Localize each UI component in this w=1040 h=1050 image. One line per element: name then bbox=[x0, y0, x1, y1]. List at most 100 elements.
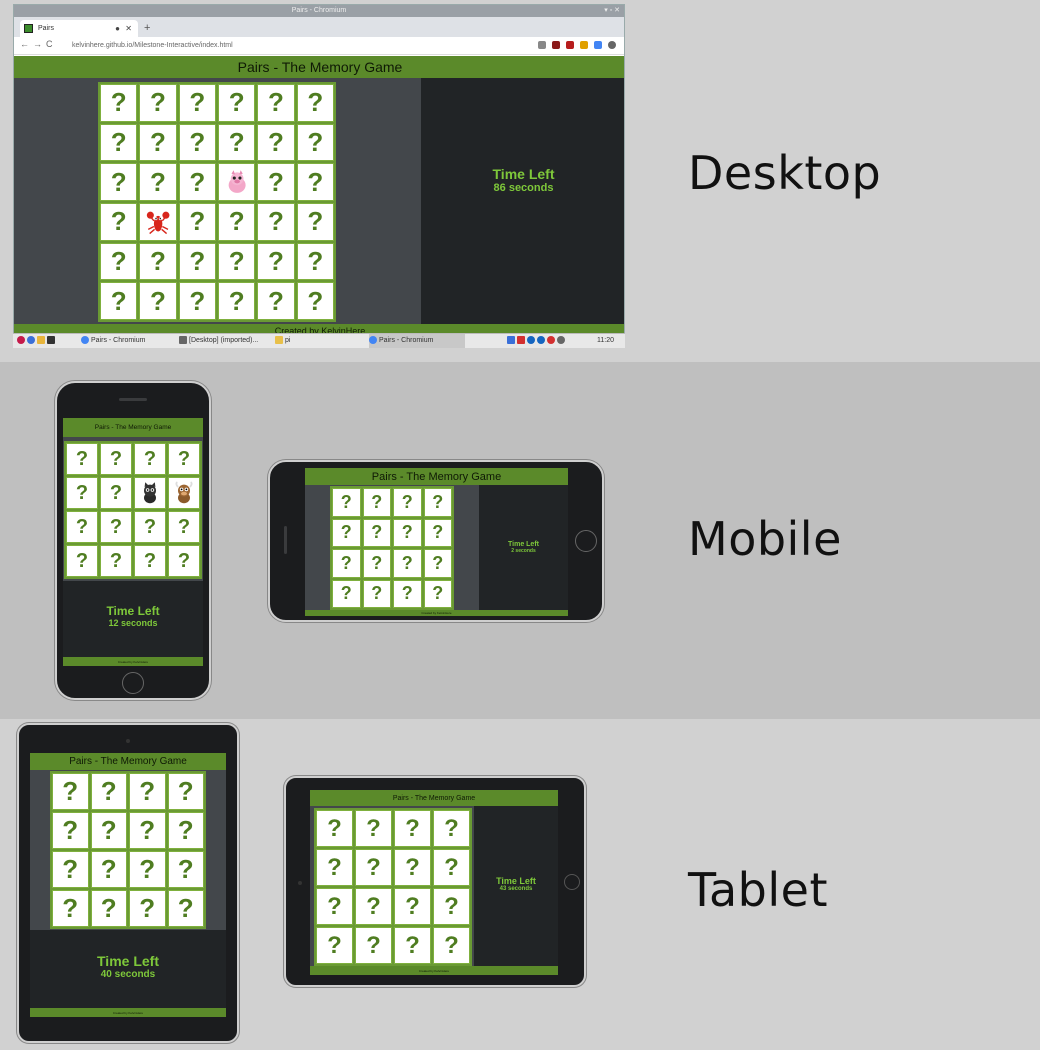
card-hidden[interactable]: ? bbox=[100, 282, 138, 320]
card-hidden[interactable]: ? bbox=[257, 242, 295, 281]
card-hidden[interactable]: ? bbox=[362, 488, 391, 517]
card-hidden[interactable]: ? bbox=[139, 242, 177, 281]
card-hidden[interactable]: ? bbox=[100, 163, 138, 201]
home-button[interactable] bbox=[575, 530, 597, 552]
card-hidden[interactable]: ? bbox=[394, 849, 431, 886]
card-hidden[interactable]: ? bbox=[66, 443, 98, 475]
new-tab-button[interactable]: + bbox=[144, 20, 150, 37]
card-hidden[interactable]: ? bbox=[100, 511, 132, 543]
card-hidden[interactable]: ? bbox=[139, 163, 177, 201]
card-hidden[interactable]: ? bbox=[316, 810, 353, 847]
card-hidden[interactable]: ? bbox=[90, 890, 127, 927]
card-hidden[interactable]: ? bbox=[394, 888, 431, 925]
card-hidden[interactable]: ? bbox=[178, 203, 216, 241]
card-hidden[interactable]: ? bbox=[52, 773, 89, 810]
card-hidden[interactable]: ? bbox=[355, 810, 392, 847]
card-revealed-pig[interactable] bbox=[217, 163, 256, 201]
card-hidden[interactable]: ? bbox=[316, 927, 353, 964]
card-hidden[interactable]: ? bbox=[355, 888, 392, 925]
card-hidden[interactable]: ? bbox=[257, 163, 295, 201]
card-hidden[interactable]: ? bbox=[423, 518, 452, 547]
card-hidden[interactable]: ? bbox=[423, 579, 452, 608]
card-hidden[interactable]: ? bbox=[129, 812, 166, 849]
card-hidden[interactable]: ? bbox=[168, 511, 200, 543]
raspberry-menu-icon[interactable] bbox=[17, 334, 57, 348]
card-hidden[interactable]: ? bbox=[52, 851, 89, 888]
card-hidden[interactable]: ? bbox=[355, 849, 392, 886]
card-hidden[interactable]: ? bbox=[66, 477, 98, 509]
card-hidden[interactable]: ? bbox=[257, 282, 295, 320]
card-hidden[interactable]: ? bbox=[296, 242, 334, 281]
card-hidden[interactable]: ? bbox=[52, 890, 89, 927]
extension-icon[interactable] bbox=[594, 41, 602, 49]
card-hidden[interactable]: ? bbox=[296, 163, 334, 201]
speaker-icon[interactable]: ● bbox=[115, 20, 120, 37]
card-hidden[interactable]: ? bbox=[178, 163, 216, 201]
card-hidden[interactable]: ? bbox=[167, 812, 204, 849]
card-hidden[interactable]: ? bbox=[257, 203, 295, 241]
card-hidden[interactable]: ? bbox=[296, 203, 334, 241]
card-hidden[interactable]: ? bbox=[362, 579, 391, 608]
home-button[interactable] bbox=[122, 672, 144, 694]
card-hidden[interactable]: ? bbox=[393, 579, 422, 608]
card-hidden[interactable]: ? bbox=[296, 282, 334, 320]
extension-icon[interactable] bbox=[580, 41, 588, 49]
card-hidden[interactable]: ? bbox=[394, 810, 431, 847]
window-controls[interactable]: ▾ ▫ ✕ bbox=[604, 5, 620, 17]
card-hidden[interactable]: ? bbox=[178, 242, 216, 281]
close-tab-icon[interactable]: ✕ bbox=[125, 20, 132, 37]
card-hidden[interactable]: ? bbox=[100, 84, 138, 122]
tray-icons[interactable] bbox=[507, 334, 567, 348]
card-hidden[interactable]: ? bbox=[217, 242, 256, 281]
card-hidden[interactable]: ? bbox=[394, 927, 431, 964]
card-hidden[interactable]: ? bbox=[168, 545, 200, 577]
taskbar-item[interactable]: pi bbox=[275, 334, 290, 348]
card-hidden[interactable]: ? bbox=[332, 579, 361, 608]
card-hidden[interactable]: ? bbox=[90, 812, 127, 849]
card-hidden[interactable]: ? bbox=[257, 123, 295, 162]
taskbar-item-active[interactable]: Pairs - Chromium bbox=[369, 334, 465, 348]
card-hidden[interactable]: ? bbox=[129, 851, 166, 888]
url-field[interactable]: kelvinhere.github.io/Milestone-Interacti… bbox=[72, 39, 233, 52]
card-hidden[interactable]: ? bbox=[217, 203, 256, 241]
card-hidden[interactable]: ? bbox=[66, 545, 98, 577]
card-hidden[interactable]: ? bbox=[139, 123, 177, 162]
browser-tab[interactable]: Pairs ● ✕ bbox=[20, 20, 138, 37]
card-hidden[interactable]: ? bbox=[100, 443, 132, 475]
card-hidden[interactable]: ? bbox=[393, 518, 422, 547]
card-hidden[interactable]: ? bbox=[217, 282, 256, 320]
card-hidden[interactable]: ? bbox=[134, 511, 166, 543]
taskbar-item[interactable]: Pairs - Chromium bbox=[81, 334, 145, 348]
card-hidden[interactable]: ? bbox=[433, 888, 470, 925]
card-hidden[interactable]: ? bbox=[100, 545, 132, 577]
card-hidden[interactable]: ? bbox=[129, 890, 166, 927]
card-hidden[interactable]: ? bbox=[90, 773, 127, 810]
card-revealed-lobster[interactable] bbox=[139, 203, 177, 241]
card-hidden[interactable]: ? bbox=[296, 123, 334, 162]
card-revealed-bull[interactable] bbox=[168, 477, 200, 509]
home-button[interactable] bbox=[564, 874, 580, 890]
extension-icon[interactable] bbox=[552, 41, 560, 49]
card-hidden[interactable]: ? bbox=[423, 488, 452, 517]
card-hidden[interactable]: ? bbox=[433, 927, 470, 964]
card-hidden[interactable]: ? bbox=[134, 443, 166, 475]
star-icon[interactable] bbox=[538, 41, 546, 49]
card-hidden[interactable]: ? bbox=[355, 927, 392, 964]
card-revealed-cat[interactable] bbox=[134, 477, 166, 509]
card-hidden[interactable]: ? bbox=[52, 812, 89, 849]
card-hidden[interactable]: ? bbox=[423, 549, 452, 578]
card-hidden[interactable]: ? bbox=[362, 518, 391, 547]
card-hidden[interactable]: ? bbox=[168, 443, 200, 475]
card-hidden[interactable]: ? bbox=[100, 203, 138, 241]
card-hidden[interactable]: ? bbox=[332, 488, 361, 517]
card-hidden[interactable]: ? bbox=[217, 123, 256, 162]
taskbar-item[interactable]: [Desktop] (imported)... bbox=[179, 334, 258, 348]
card-hidden[interactable]: ? bbox=[100, 477, 132, 509]
card-hidden[interactable]: ? bbox=[167, 773, 204, 810]
card-hidden[interactable]: ? bbox=[332, 518, 361, 547]
card-hidden[interactable]: ? bbox=[167, 890, 204, 927]
card-hidden[interactable]: ? bbox=[178, 282, 216, 320]
card-hidden[interactable]: ? bbox=[433, 810, 470, 847]
card-hidden[interactable]: ? bbox=[178, 84, 216, 122]
card-hidden[interactable]: ? bbox=[100, 242, 138, 281]
